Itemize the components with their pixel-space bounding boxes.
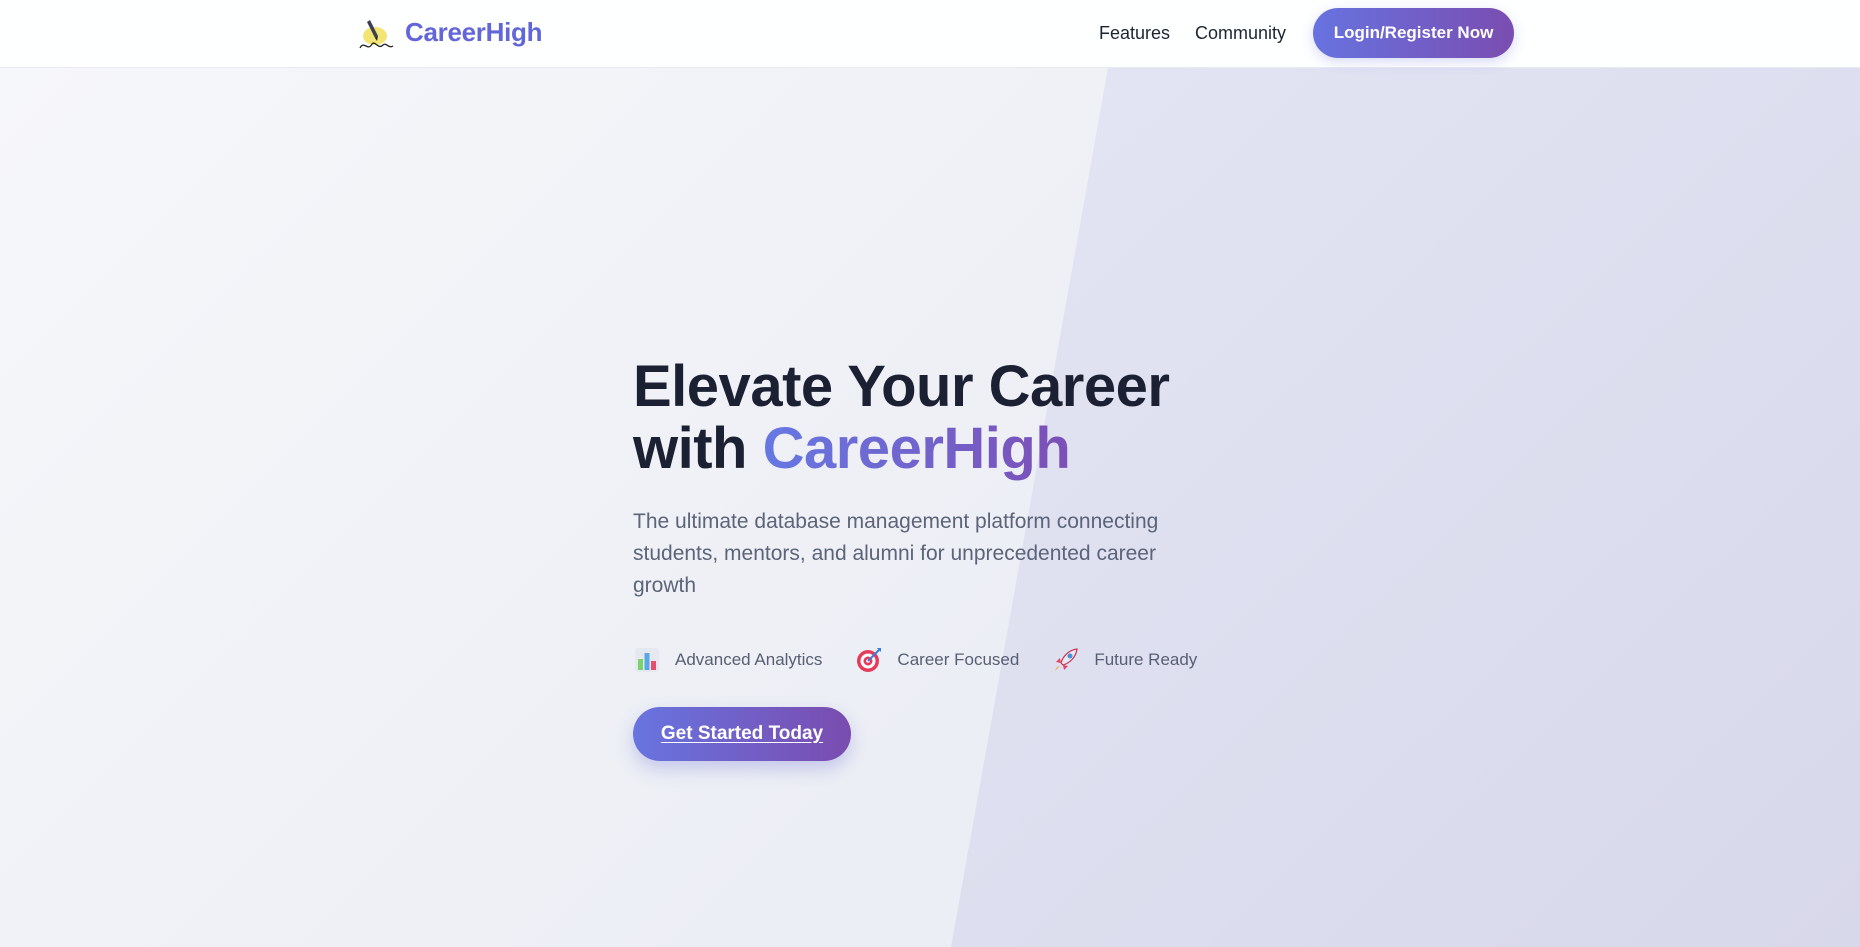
nav-link-features[interactable]: Features — [1099, 23, 1170, 44]
feature-career-focused: Career Focused — [855, 646, 1019, 674]
headline-line-1: Elevate Your Career — [633, 354, 1170, 419]
target-icon — [857, 648, 882, 672]
feature-advanced-analytics: Advanced Analytics — [633, 646, 822, 674]
brand-name[interactable]: CareerHigh — [405, 17, 542, 48]
feature-label: Future Ready — [1094, 650, 1198, 669]
feature-highlights: Advanced Analytics Career Focused Future — [633, 643, 1230, 677]
headline-with: with — [633, 416, 763, 481]
rocket-icon — [1055, 648, 1079, 671]
feature-label: Advanced Analytics — [675, 650, 823, 669]
hero-headline: Elevate Your Career with CareerHigh — [633, 356, 1253, 480]
feature-future-ready: Future Ready — [1052, 646, 1197, 674]
hero-section: Elevate Your Career with CareerHigh The u… — [0, 68, 1860, 947]
hero-subtitle: The ultimate database management platfor… — [633, 510, 1159, 597]
feature-label: Career Focused — [897, 650, 1020, 669]
nav-link-community[interactable]: Community — [1195, 23, 1286, 44]
login-register-button[interactable]: Login/Register Now — [1313, 8, 1514, 58]
pen-signature-logo-icon[interactable] — [356, 14, 396, 54]
top-navbar: CareerHigh Features Community Login/Regi… — [0, 0, 1860, 68]
bar-chart-icon — [635, 648, 659, 672]
get-started-button[interactable]: Get Started Today — [633, 707, 851, 761]
headline-accent-brand: CareerHigh — [762, 416, 1071, 481]
